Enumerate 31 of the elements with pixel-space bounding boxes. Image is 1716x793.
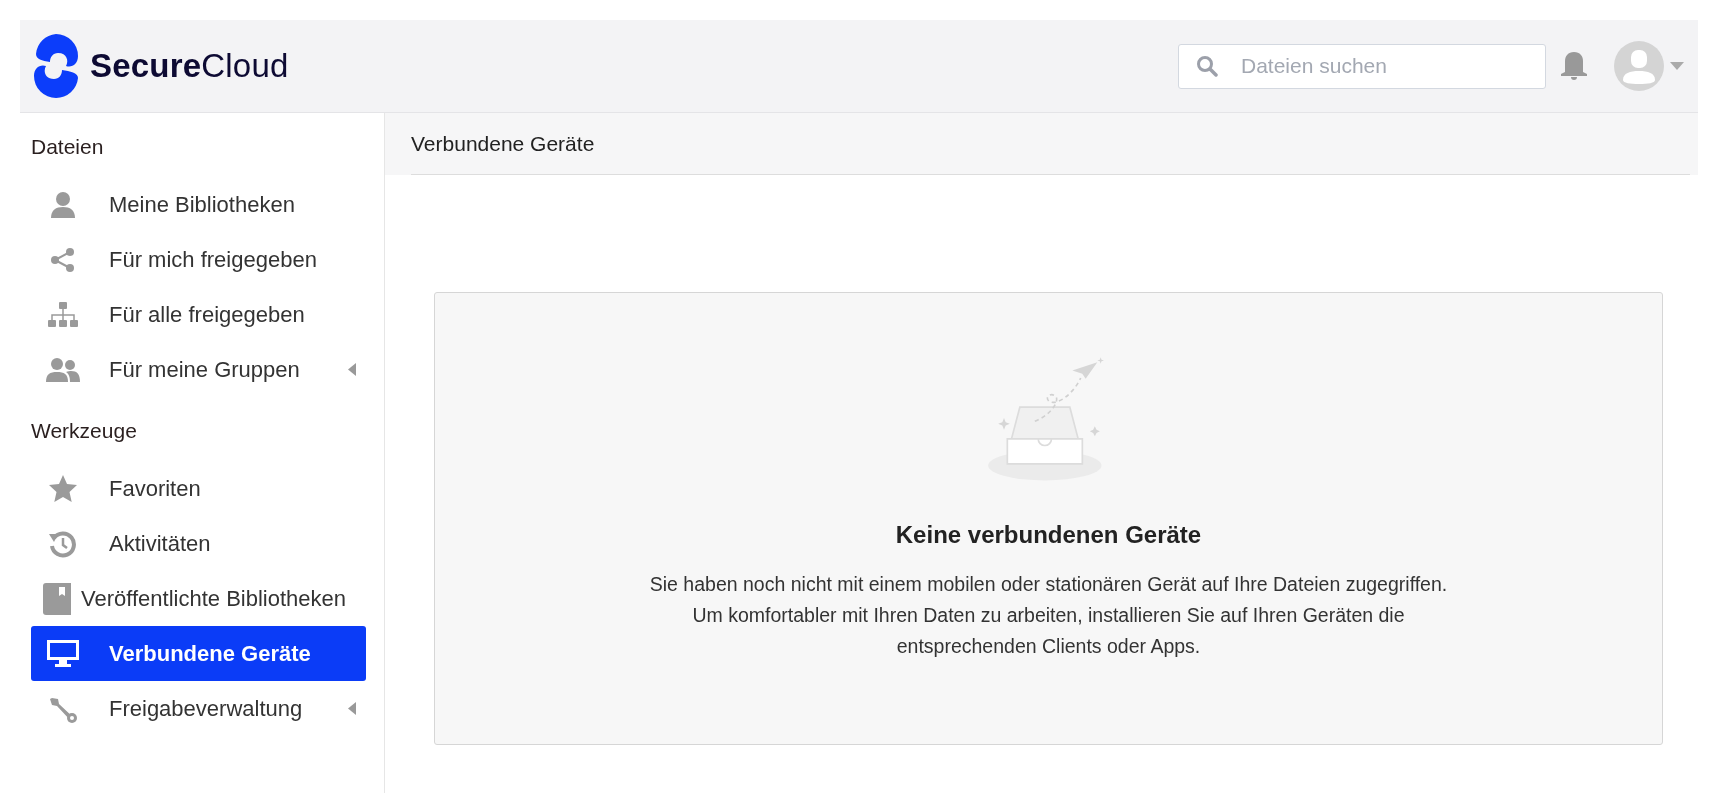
person-icon — [50, 190, 76, 219]
section-heading: Werkzeuge — [31, 419, 138, 443]
share-icon — [50, 246, 76, 273]
app-name: SecureCloud — [90, 47, 289, 85]
caret-down-icon[interactable] — [1670, 62, 1684, 70]
history-icon — [49, 529, 77, 558]
sidebar-item[interactable]: Verbundene Geräte — [31, 626, 366, 681]
sidebar-item[interactable]: Für meine Gruppen — [31, 342, 366, 397]
empty-state-message: Um komfortabler mit Ihren Daten zu arbeiten, installieren Sie auf Ihren Geräten die entsprechenden Clients oder Apps. — [691, 603, 1406, 659]
book-icon — [43, 582, 71, 615]
sidebar-item[interactable]: Freigabeverwaltung — [31, 681, 366, 736]
logo-icon — [34, 34, 78, 98]
sitemap-icon — [48, 301, 78, 328]
star-icon — [49, 475, 77, 502]
monitor-icon — [47, 639, 79, 668]
page-title: Verbundene Geräte — [411, 113, 1690, 175]
avatar-icon[interactable] — [1614, 41, 1664, 91]
sidebar-item[interactable]: Für mich freigegeben — [31, 232, 366, 287]
bell-icon[interactable] — [1560, 51, 1588, 81]
empty-state-message: Sie haben noch nicht mit einem mobilen oder stationären Gerät auf Ihre Dateien zugegriffen. — [648, 572, 1449, 597]
sidebar-item[interactable]: Favoriten — [31, 461, 366, 516]
caret-left-icon — [348, 363, 356, 376]
search-field[interactable]: Dateien suchen — [1178, 43, 1546, 89]
sidebar-item[interactable]: Aktivitäten — [31, 516, 366, 571]
sidebar-item[interactable]: Meine Bibliotheken — [31, 177, 366, 232]
empty-state-heading: Keine verbundenen Geräte — [895, 521, 1202, 549]
caret-left-icon — [348, 702, 356, 715]
section-heading: Dateien — [31, 135, 105, 159]
sidebar-item[interactable]: Für alle freigegeben — [31, 287, 366, 342]
users-icon — [46, 356, 80, 383]
sidebar-item[interactable]: Veröffentlichte Bibliotheken — [31, 571, 366, 626]
